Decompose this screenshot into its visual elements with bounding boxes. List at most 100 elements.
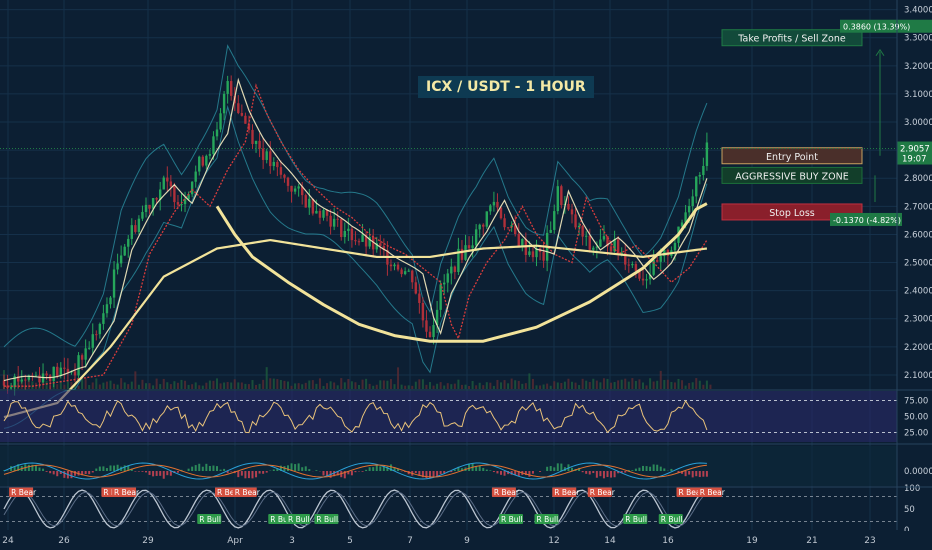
candle-body <box>506 227 510 229</box>
macd-histogram-bar <box>52 471 55 475</box>
volume-bar <box>617 380 620 389</box>
volume-bar <box>258 383 261 389</box>
volume-bar <box>198 385 201 389</box>
volume-bar <box>120 378 123 389</box>
x-tick-label: 21 <box>806 536 817 546</box>
volume-bar <box>240 382 243 389</box>
candle-body <box>148 204 151 209</box>
volume-bar <box>141 379 144 389</box>
volume-bar <box>368 383 371 389</box>
candle-body <box>656 260 659 262</box>
macd-histogram-bar <box>489 470 492 471</box>
candle-body <box>322 210 325 218</box>
candle-body <box>240 113 244 116</box>
macd-histogram-bar <box>95 468 98 471</box>
volume-bar <box>705 380 708 389</box>
candle-body <box>560 186 563 206</box>
macd-histogram-bar <box>485 469 488 471</box>
candle-body <box>577 225 581 228</box>
volume-bar <box>219 383 222 389</box>
candle-body <box>460 248 464 260</box>
macd-histogram-bar <box>581 471 584 473</box>
candle-body <box>130 225 133 239</box>
macd-histogram-bar <box>49 471 52 474</box>
candle-body <box>194 171 197 182</box>
macd-histogram-bar <box>610 471 613 478</box>
volume-bar <box>308 380 311 389</box>
volume-bar <box>45 380 48 389</box>
volume-bar <box>443 385 446 389</box>
price-tick-label: 3.1000 <box>904 90 932 100</box>
candle-body <box>687 205 691 213</box>
candle-body <box>144 204 148 212</box>
volume-bar <box>393 384 396 389</box>
macd-histogram-bar <box>152 471 155 477</box>
candle-body <box>141 211 144 219</box>
macd-histogram-bar <box>247 471 250 479</box>
price-tick-label: 2.2000 <box>904 343 932 353</box>
candle-body <box>20 379 23 382</box>
candle-body <box>425 320 428 332</box>
candle-body <box>208 154 212 156</box>
macd-histogram-bar <box>123 465 126 471</box>
volume-bar <box>627 381 630 389</box>
volume-bar <box>137 384 140 389</box>
volume-bar <box>340 378 343 389</box>
macd-histogram-bar <box>691 471 694 478</box>
stoch-tick-label: 50 <box>904 505 915 515</box>
volume-bar <box>102 382 105 389</box>
macd-histogram-bar <box>27 464 30 471</box>
macd-histogram-bar <box>102 466 105 471</box>
macd-histogram-bar <box>379 466 382 471</box>
signal-label: R Bull <box>316 515 338 524</box>
macd-histogram-bar <box>155 471 158 476</box>
macd-histogram-bar <box>659 466 662 471</box>
candle-body <box>379 243 382 247</box>
x-tick-label: 12 <box>548 536 559 546</box>
volume-bar <box>549 385 552 389</box>
volume-bar <box>265 367 268 389</box>
macd-histogram-bar <box>492 471 495 473</box>
volume-bar <box>688 383 691 389</box>
x-tick-label: 3 <box>289 536 295 546</box>
macd-histogram-bar <box>191 466 194 471</box>
volume-bar <box>251 380 254 389</box>
volume-bar <box>602 378 605 389</box>
candle-body <box>396 264 400 270</box>
macd-histogram-bar <box>560 463 563 471</box>
macd-histogram-bar <box>432 471 435 477</box>
volume-bar <box>620 379 623 389</box>
macd-histogram-bar <box>475 466 478 471</box>
candle-body <box>418 293 421 303</box>
volume-bar <box>304 382 307 389</box>
stoch-tick-label: 100 <box>904 484 920 494</box>
signal-label: R Bear <box>554 488 580 497</box>
candle-body <box>169 181 173 187</box>
volume-bar <box>421 379 424 389</box>
candle-body <box>95 334 98 336</box>
macd-histogram-bar <box>361 471 364 472</box>
volume-bar <box>336 385 339 389</box>
volume-bar <box>326 383 329 389</box>
macd-histogram-bar <box>602 471 605 479</box>
volume-bar <box>670 381 673 389</box>
candle-body <box>357 241 361 243</box>
candle-body <box>272 161 275 167</box>
candle-body <box>38 375 41 383</box>
candle-body <box>705 142 709 166</box>
rsi-tick-label: 50.00 <box>904 413 928 423</box>
candle-body <box>556 186 559 212</box>
candle-body <box>616 239 620 254</box>
x-tick-label: 26 <box>58 536 70 546</box>
volume-bar <box>652 381 655 389</box>
candle-body <box>180 204 183 206</box>
candle-body <box>48 375 52 382</box>
volume-bar <box>176 382 179 389</box>
candle-body <box>63 367 66 369</box>
candle-body <box>304 195 307 208</box>
price-tick-label: 2.4000 <box>904 287 932 297</box>
candle-body <box>528 251 531 255</box>
macd-histogram-bar <box>553 467 556 471</box>
volume-bar <box>191 384 194 389</box>
macd-histogram-bar <box>301 467 304 471</box>
